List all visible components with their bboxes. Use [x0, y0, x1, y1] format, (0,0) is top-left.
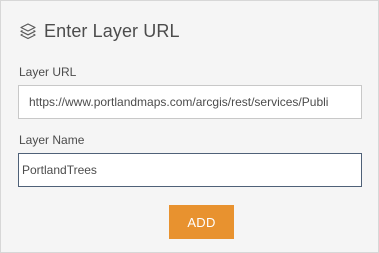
layers-icon	[18, 21, 38, 41]
layer-name-label: Layer Name	[19, 133, 85, 147]
panel-title: Enter Layer URL	[44, 20, 180, 41]
layer-url-input[interactable]	[18, 85, 362, 119]
layer-name-input[interactable]	[18, 153, 362, 187]
add-button[interactable]: ADD	[169, 205, 234, 239]
layer-url-label: Layer URL	[19, 65, 77, 79]
panel-header: Enter Layer URL	[18, 18, 180, 44]
enter-layer-url-panel: Enter Layer URL Layer URL Layer Name ADD	[0, 0, 379, 253]
